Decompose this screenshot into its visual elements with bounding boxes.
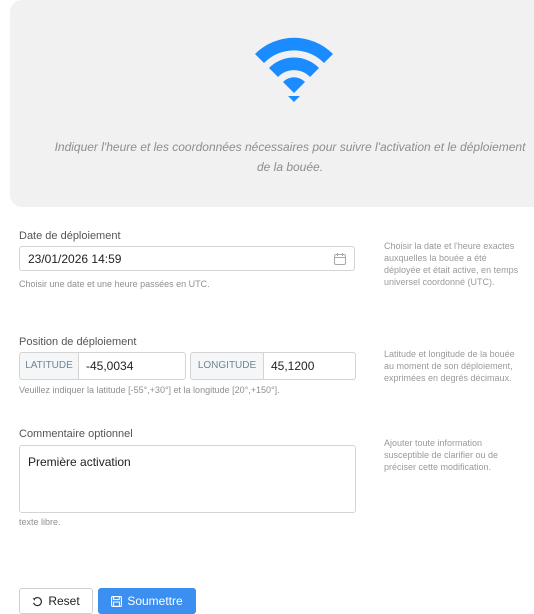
comment-side-note: Ajouter toute information susceptible de…: [384, 438, 499, 472]
info-description: Indiquer l'heure et les coordonnées néce…: [54, 140, 526, 174]
comment-value: Première activation: [28, 455, 131, 469]
wifi-icon: [255, 37, 333, 102]
reset-label: Reset: [48, 594, 80, 608]
position-side-note: Latitude et longitude de la bouée au mom…: [384, 349, 515, 383]
deploy-date-input[interactable]: 23/01/2026 14:59: [19, 246, 355, 271]
position-label: Position de déploiement: [19, 336, 137, 348]
longitude-addon: LONGITUDE: [190, 352, 264, 380]
reset-icon: [32, 596, 43, 606]
comment-textarea[interactable]: Première activation: [19, 445, 356, 513]
comment-label: Commentaire optionnel: [19, 428, 133, 440]
calendar-icon[interactable]: [334, 253, 346, 265]
latitude-input[interactable]: -45,0034: [79, 352, 186, 380]
save-icon: [111, 595, 123, 607]
longitude-input[interactable]: 45,1200: [264, 352, 356, 380]
deploy-date-label: Date de déploiement: [19, 230, 121, 242]
reset-button[interactable]: Reset: [19, 588, 93, 614]
comment-help: texte libre.: [19, 517, 61, 527]
deploy-date-value: 23/01/2026 14:59: [28, 252, 122, 266]
deploy-date-help: Choisir une date et une heure passées en…: [19, 279, 210, 289]
info-panel: Indiquer l'heure et les coordonnées néce…: [10, 0, 534, 207]
position-help: Veuillez indiquer la latitude [-55°,+30°…: [19, 385, 280, 395]
submit-label: Soumettre: [127, 594, 183, 608]
latitude-addon: LATITUDE: [19, 352, 79, 380]
submit-button[interactable]: Soumettre: [98, 588, 196, 614]
deploy-date-side-note: Choisir la date et l'heure exactes auxqu…: [384, 241, 519, 287]
